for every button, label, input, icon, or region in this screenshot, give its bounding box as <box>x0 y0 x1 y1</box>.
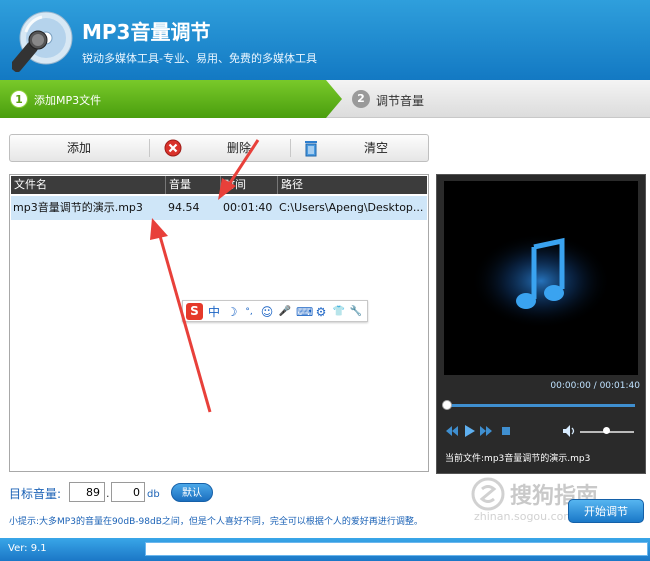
video-screen <box>444 181 638 375</box>
app-subtitle: 锐动多媒体工具-专业、易用、免费的多媒体工具 <box>82 52 317 65</box>
app-title: MP3音量调节 <box>82 20 211 44</box>
emoji-icon[interactable]: ☺ <box>260 303 274 321</box>
ime-chinese-mode[interactable]: 中 <box>207 303 221 321</box>
column-header-time[interactable]: 时间 <box>220 176 277 194</box>
default-button[interactable]: 默认 <box>171 483 213 502</box>
seek-track[interactable] <box>445 404 635 407</box>
progress-bar <box>145 542 648 556</box>
file-list-header: 文件名 音量 时间 路径 <box>11 176 427 194</box>
playback-time: 00:00:00 / 00:01:40 <box>550 381 640 391</box>
cell-time: 00:01:40 <box>223 201 273 214</box>
toolbar-divider <box>149 139 150 157</box>
add-button[interactable]: 添加 <box>10 135 148 161</box>
step-add-mp3[interactable]: 1 添加MP3文件 <box>0 80 342 118</box>
step-label: 添加MP3文件 <box>34 94 102 107</box>
volume-slider-handle[interactable] <box>602 427 610 434</box>
moon-icon[interactable]: ☽ <box>225 303 239 321</box>
file-toolbar: 添加 删除 清空 <box>9 134 429 162</box>
status-bar: Ver: 9.1 <box>0 538 650 561</box>
delete-icon <box>164 139 182 157</box>
delete-button[interactable]: 删除 <box>184 135 294 161</box>
step-number: 1 <box>10 90 28 108</box>
current-file-prefix: 当前文件: <box>445 454 485 464</box>
cell-path: C:\Users\Apeng\Desktop... <box>279 201 424 214</box>
column-header-filename[interactable]: 文件名 <box>11 176 165 194</box>
watermark-logo-icon <box>471 477 505 511</box>
column-header-volume[interactable]: 音量 <box>165 176 220 194</box>
skin-shirt-icon[interactable]: 👕 <box>332 303 346 321</box>
step-label: 调节音量 <box>376 94 425 108</box>
previous-icon[interactable] <box>446 425 458 437</box>
next-icon[interactable] <box>480 425 492 437</box>
target-volume-decimal-input[interactable] <box>111 482 145 502</box>
media-player: 00:00:00 / 00:01:40 当前文件:mp3音量调节的演示.mp3 <box>436 174 646 474</box>
current-file-text: 当前文件:mp3音量调节的演示.mp3 <box>445 451 590 464</box>
file-list[interactable]: 文件名 音量 时间 路径 mp3音量调节的演示.mp3 94.54 00:01:… <box>9 174 429 472</box>
clear-button[interactable]: 清空 <box>324 135 428 161</box>
punctuation-icon[interactable]: °, <box>242 303 256 321</box>
ime-toolbar[interactable]: S 中 ☽ °, ☺ 🎤 ⌨ ⚙ 👕 🔧 <box>182 300 368 322</box>
toolbar-divider <box>290 139 291 157</box>
steps-bar: 1 添加MP3文件 2 调节音量 <box>0 80 650 118</box>
target-volume-label: 目标音量: <box>9 487 62 501</box>
play-icon[interactable] <box>463 425 475 437</box>
keyboard-icon[interactable]: ⌨ <box>296 303 313 321</box>
trash-icon <box>305 141 317 157</box>
stop-icon[interactable] <box>500 425 512 437</box>
seek-slider-handle[interactable] <box>442 400 452 410</box>
microphone-icon[interactable]: 🎤 <box>278 303 292 321</box>
wrench-icon[interactable]: 🔧 <box>349 303 363 321</box>
version-label: Ver: 9.1 <box>8 543 47 554</box>
sogou-logo-icon: S <box>186 303 203 320</box>
watermark-url: zhinan.sogou.com <box>474 510 575 523</box>
start-adjust-button[interactable]: 开始调节 <box>568 499 644 523</box>
hint-text: 小提示:大多MP3的音量在90dB-98dB之间，但是个人喜好不同，完全可以根据… <box>9 517 423 527</box>
decimal-point: . <box>106 487 110 500</box>
toolbox-icon[interactable]: ⚙ <box>314 303 328 321</box>
cell-filename: mp3音量调节的演示.mp3 <box>13 201 143 214</box>
column-header-path[interactable]: 路径 <box>277 176 427 194</box>
table-row[interactable]: mp3音量调节的演示.mp3 94.54 00:01:40 C:\Users\A… <box>11 196 427 220</box>
step-number: 2 <box>352 90 370 108</box>
cd-microphone-logo-icon <box>12 11 73 72</box>
volume-icon[interactable] <box>563 425 577 437</box>
cell-volume: 94.54 <box>168 201 200 214</box>
current-file-name: mp3音量调节的演示.mp3 <box>484 454 591 464</box>
target-volume-integer-input[interactable] <box>69 482 105 502</box>
unit-label: db <box>147 489 160 500</box>
app-header: MP3音量调节 锐动多媒体工具-专业、易用、免费的多媒体工具 <box>0 0 650 80</box>
